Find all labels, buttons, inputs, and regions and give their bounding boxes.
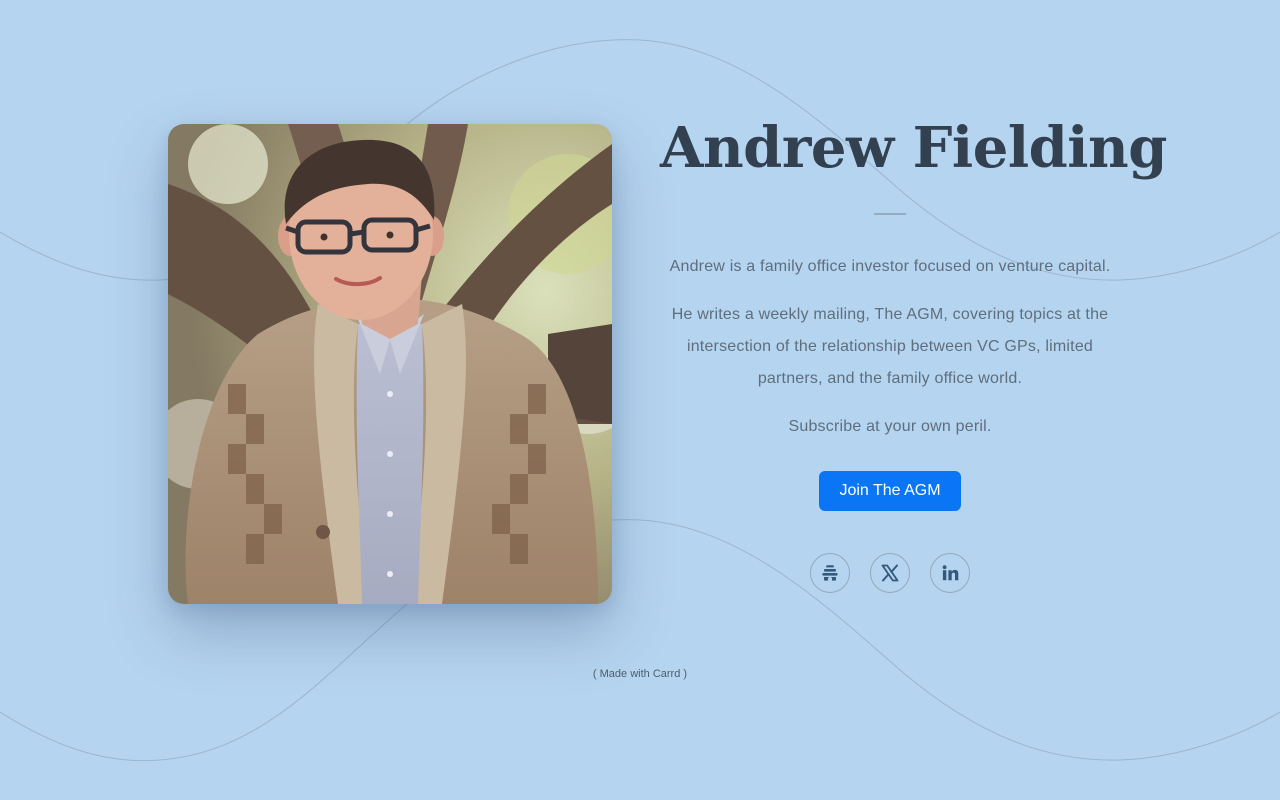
social-links bbox=[660, 553, 1120, 593]
x-icon bbox=[881, 564, 899, 582]
profile-content: Andrew Fielding Andrew is a family offic… bbox=[660, 108, 1167, 593]
bio-paragraph: He writes a weekly mailing, The AGM, cov… bbox=[671, 306, 1109, 387]
bio-paragraph: Andrew is a family office investor focus… bbox=[669, 258, 1111, 275]
linkedin-link[interactable] bbox=[930, 553, 970, 593]
beehiiv-link[interactable] bbox=[810, 553, 850, 593]
made-with-carrd-link[interactable]: ( Made with Carrd ) bbox=[0, 668, 1280, 680]
linkedin-icon bbox=[942, 565, 959, 581]
join-agm-button[interactable]: Join The AGM bbox=[819, 471, 961, 511]
profile-name: Andrew Fielding bbox=[660, 115, 1167, 181]
bio-paragraph: Subscribe at your own peril. bbox=[788, 418, 992, 435]
divider bbox=[874, 213, 906, 215]
beehiiv-icon bbox=[822, 565, 838, 581]
bio: Andrew is a family office investor focus… bbox=[660, 251, 1120, 443]
x-link[interactable] bbox=[870, 553, 910, 593]
portrait-illustration bbox=[168, 124, 612, 604]
profile-photo bbox=[168, 124, 612, 604]
